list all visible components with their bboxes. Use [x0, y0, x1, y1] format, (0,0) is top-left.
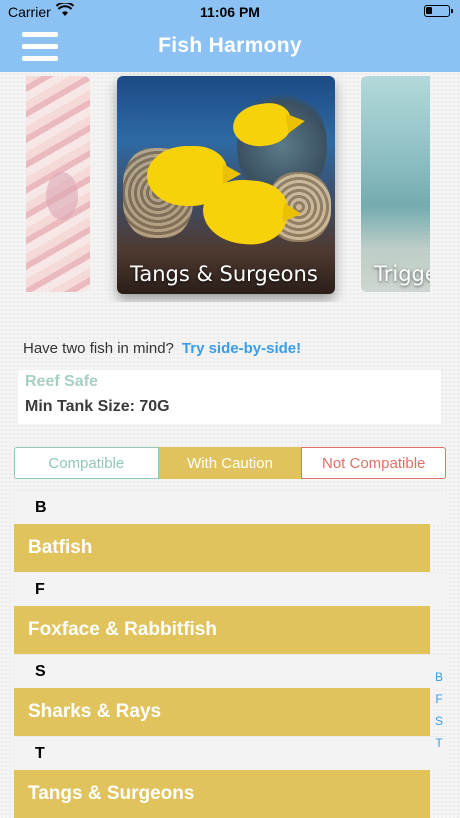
section-header: T: [14, 736, 446, 770]
compatibility-segmented-control: Compatible With Caution Not Compatible: [14, 447, 447, 479]
list-item[interactable]: Tangs & Surgeons: [14, 770, 430, 818]
segment-compatible[interactable]: Compatible: [14, 447, 159, 479]
section-header: B: [14, 490, 446, 524]
status-time: 11:06 PM: [200, 4, 260, 20]
status-bar: Carrier 11:06 PM: [0, 0, 460, 24]
carousel-card-current[interactable]: Tangs & Surgeons: [117, 76, 335, 294]
segment-with-caution[interactable]: With Caution: [158, 447, 302, 479]
compare-prompt: Have two fish in mind? Try side-by-side!: [23, 340, 301, 357]
fish-list: B Batfish F Foxface & Rabbitfish S Shark…: [14, 490, 446, 818]
min-tank-size-label: Min Tank Size: 70G: [25, 398, 170, 415]
carousel-card-next[interactable]: Trigge: [361, 76, 430, 292]
carousel-card-label: Trigge: [374, 262, 430, 286]
section-index[interactable]: B F S T: [432, 666, 446, 754]
main-content: Tangs & Surgeons Trigge Have two fish in…: [0, 72, 460, 818]
compare-text: Have two fish in mind?: [23, 340, 174, 357]
app-title: Fish Harmony: [158, 34, 302, 57]
list-item[interactable]: Foxface & Rabbitfish: [14, 606, 430, 654]
fish-info-box: Reef Safe Min Tank Size: 70G: [18, 370, 441, 424]
side-by-side-link[interactable]: Try side-by-side!: [182, 340, 301, 357]
section-header: F: [14, 572, 446, 606]
list-item[interactable]: Batfish: [14, 524, 430, 572]
carousel-card-label: Tangs & Surgeons: [130, 262, 318, 286]
index-letter[interactable]: S: [432, 710, 446, 732]
nav-bar: Fish Harmony: [0, 24, 460, 72]
index-letter[interactable]: B: [432, 666, 446, 688]
index-letter[interactable]: F: [432, 688, 446, 710]
carousel-card-previous[interactable]: [26, 76, 90, 292]
segment-not-compatible[interactable]: Not Compatible: [301, 447, 447, 479]
fish-category-carousel[interactable]: Tangs & Surgeons Trigge: [26, 72, 430, 302]
list-item[interactable]: Sharks & Rays: [14, 688, 430, 736]
index-letter[interactable]: T: [432, 732, 446, 754]
reef-safe-label: Reef Safe: [25, 373, 98, 390]
battery-icon: [424, 5, 453, 17]
section-header: S: [14, 654, 446, 688]
